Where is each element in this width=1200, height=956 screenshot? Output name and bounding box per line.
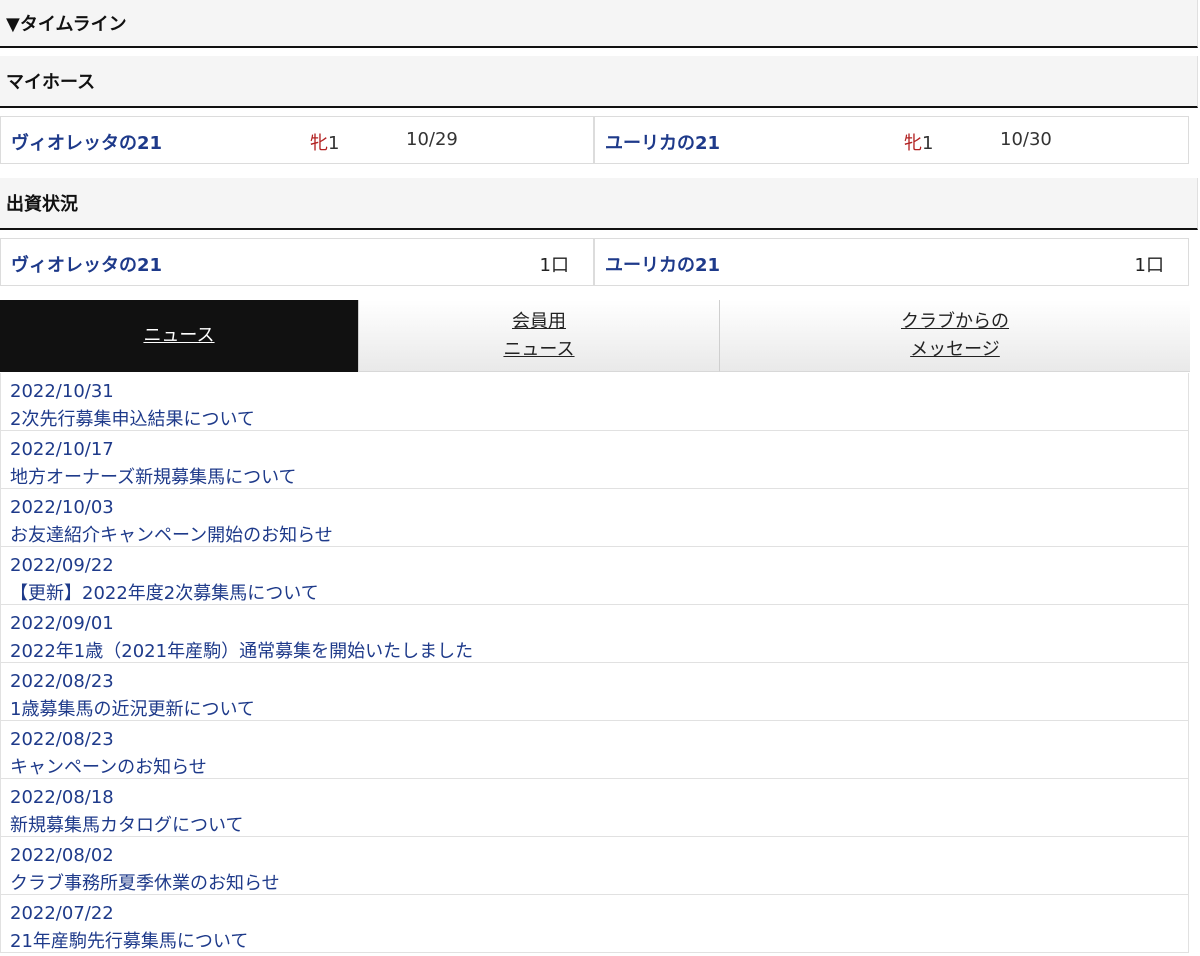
news-tabs: ニュース 会員用 ニュース クラブからの メッセージ: [0, 300, 1200, 372]
investment-horse-name-link[interactable]: ヴィオレッタの21: [11, 251, 162, 277]
news-title-link[interactable]: 2022年1歳（2021年産駒）通常募集を開始いたしました: [10, 638, 1188, 666]
horse-name-link[interactable]: ユーリカの21: [605, 129, 720, 155]
tab-news-label: ニュース: [143, 325, 215, 346]
tab-member-news[interactable]: 会員用 ニュース: [358, 300, 719, 372]
horse-age: 1: [922, 133, 934, 154]
news-item[interactable]: 2022/08/23 キャンペーンのお知らせ: [0, 721, 1189, 779]
horse-sex-age: 牝1: [310, 129, 339, 155]
news-title-link[interactable]: 新規募集馬カタログについて: [10, 812, 1188, 840]
investment-title: 出資状況: [6, 194, 78, 215]
news-item[interactable]: 2022/09/01 2022年1歳（2021年産駒）通常募集を開始いたしました: [0, 605, 1189, 663]
news-title-link[interactable]: 地方オーナーズ新規募集馬について: [10, 464, 1188, 492]
news-date: 2022/09/22: [10, 555, 114, 576]
news-item[interactable]: 2022/08/18 新規募集馬カタログについて: [0, 779, 1189, 837]
news-date: 2022/08/18: [10, 787, 114, 808]
horse-name-link[interactable]: ヴィオレッタの21: [11, 129, 162, 155]
horse-age: 1: [328, 133, 340, 154]
tab-member-news-label: 会員用 ニュース: [503, 310, 575, 360]
news-item[interactable]: 2022/08/02 クラブ事務所夏季休業のお知らせ: [0, 837, 1189, 895]
horse-sex-age: 牝1: [904, 129, 933, 155]
tab-club-messages[interactable]: クラブからの メッセージ: [719, 300, 1190, 372]
investment-card[interactable]: ユーリカの21 1口: [594, 238, 1189, 286]
news-date: 2022/10/17: [10, 439, 114, 460]
horse-date: 10/30: [1000, 129, 1052, 150]
my-horse-title: マイホース: [6, 72, 96, 93]
news-date: 2022/10/31: [10, 381, 114, 402]
news-item[interactable]: 2022/07/22 21年産駒先行募集馬について: [0, 895, 1189, 953]
news-date: 2022/08/23: [10, 729, 114, 750]
my-horse-header: マイホース: [0, 56, 1198, 108]
news-date: 2022/08/23: [10, 671, 114, 692]
timeline-title: ▼タイムライン: [6, 14, 127, 35]
investment-horse-name-link[interactable]: ユーリカの21: [605, 251, 720, 277]
news-title-link[interactable]: 1歳募集馬の近況更新について: [10, 696, 1188, 724]
horse-sex: 牝: [904, 133, 922, 154]
investment-header: 出資状況: [0, 178, 1198, 230]
news-title-link[interactable]: 2次先行募集申込結果について: [10, 406, 1188, 434]
news-title-link[interactable]: お友達紹介キャンペーン開始のお知らせ: [10, 522, 1188, 550]
news-item[interactable]: 2022/10/03 お友達紹介キャンペーン開始のお知らせ: [0, 489, 1189, 547]
news-date: 2022/07/22: [10, 903, 114, 924]
news-item[interactable]: 2022/08/23 1歳募集馬の近況更新について: [0, 663, 1189, 721]
news-list: 2022/10/31 2次先行募集申込結果について 2022/10/17 地方オ…: [0, 373, 1189, 953]
tab-club-messages-label: クラブからの メッセージ: [901, 310, 1009, 360]
my-horse-card[interactable]: ユーリカの21 牝1 10/30: [594, 116, 1189, 164]
news-date: 2022/08/02: [10, 845, 114, 866]
horse-sex: 牝: [310, 133, 328, 154]
news-title-link[interactable]: クラブ事務所夏季休業のお知らせ: [10, 870, 1188, 898]
my-horse-card[interactable]: ヴィオレッタの21 牝1 10/29: [0, 116, 594, 164]
news-date: 2022/10/03: [10, 497, 114, 518]
news-item[interactable]: 2022/10/31 2次先行募集申込結果について: [0, 373, 1189, 431]
news-item[interactable]: 2022/09/22 【更新】2022年度2次募集馬について: [0, 547, 1189, 605]
news-date: 2022/09/01: [10, 613, 114, 634]
investment-units: 1口: [1134, 255, 1164, 276]
news-title-link[interactable]: 21年産駒先行募集馬について: [10, 928, 1188, 956]
timeline-header[interactable]: ▼タイムライン: [0, 0, 1198, 48]
investment-card[interactable]: ヴィオレッタの21 1口: [0, 238, 594, 286]
tab-news[interactable]: ニュース: [0, 300, 358, 372]
investment-units: 1口: [539, 255, 569, 276]
horse-date: 10/29: [406, 129, 458, 150]
news-title-link[interactable]: 【更新】2022年度2次募集馬について: [10, 580, 1188, 608]
news-title-link[interactable]: キャンペーンのお知らせ: [10, 754, 1188, 782]
news-item[interactable]: 2022/10/17 地方オーナーズ新規募集馬について: [0, 431, 1189, 489]
